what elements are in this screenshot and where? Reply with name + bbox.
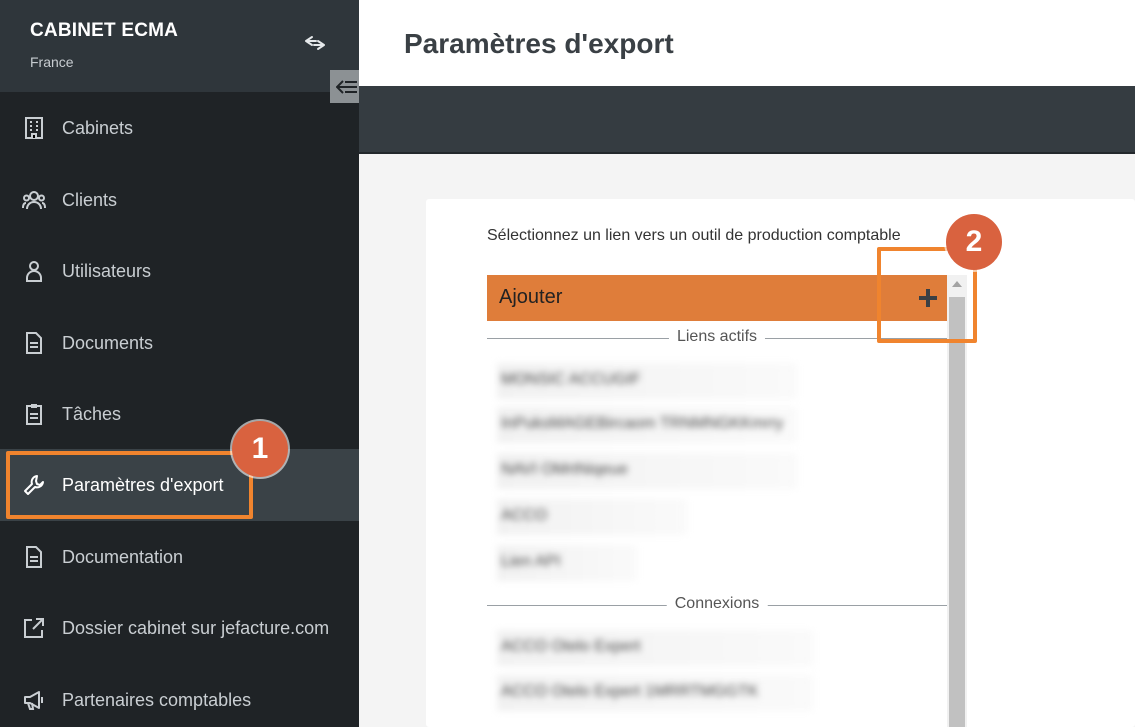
add-label: Ajouter <box>499 286 563 308</box>
sidebar-item-dossier-cabinet[interactable]: Dossier cabinet sur jefacture.com <box>0 592 359 664</box>
card-description: Sélectionnez un lien vers un outil de pr… <box>487 227 901 244</box>
toolbar-band <box>359 86 1135 154</box>
sidebar-item-label: Documentation <box>62 546 184 567</box>
list-item[interactable]: ACCO Otelo Expert <box>497 630 813 666</box>
step2-badge: 2 <box>946 214 1002 270</box>
building-icon <box>22 116 46 140</box>
org-country: France <box>30 54 74 70</box>
user-icon <box>22 259 46 283</box>
list-item[interactable]: MONSIC ACCUGIF <box>497 363 797 399</box>
sidebar-item-utilisateurs[interactable]: Utilisateurs <box>0 235 359 307</box>
sidebar-item-label: Dossier cabinet sur jefacture.com <box>62 617 330 638</box>
switch-arrows-icon[interactable] <box>303 32 327 54</box>
sidebar-item-label: Tâches <box>62 403 122 424</box>
list-item[interactable]: ACCO <box>497 499 687 535</box>
org-name: CABINET ECMA <box>30 20 179 41</box>
sidebar-item-partenaires[interactable]: Partenaires comptables <box>0 664 359 727</box>
list-item[interactable]: ACCO Otelo Expert 1MRRTMGGTK <box>497 675 813 711</box>
sidebar-item-taches[interactable]: Tâches <box>0 378 359 450</box>
sidebar-item-documents[interactable]: Documents <box>0 307 359 379</box>
page-header: Paramètres d'export <box>359 0 1135 86</box>
list-item[interactable]: NAVI OMrtNiqeue <box>497 453 797 489</box>
step1-badge: 1 <box>232 421 288 477</box>
document-icon <box>22 545 46 569</box>
sidebar-item-label: Utilisateurs <box>62 260 152 281</box>
sidebar-item-label: Partenaires comptables <box>62 689 252 710</box>
section-title: Connexions <box>666 595 768 613</box>
external-link-icon <box>22 616 46 640</box>
users-icon <box>22 188 46 212</box>
scroll-thumb[interactable] <box>949 297 965 727</box>
sidebar-item-cabinets[interactable]: Cabinets <box>0 92 359 164</box>
megaphone-icon <box>22 688 46 712</box>
sidebar-item-label: Clients <box>62 189 118 210</box>
list-item[interactable]: Lien API <box>497 545 637 581</box>
section-title: Liens actifs <box>668 328 766 346</box>
collapse-icon <box>335 79 357 94</box>
sidebar-item-label: Cabinets <box>62 117 134 138</box>
list-item[interactable]: InPuksMAGEBircaom TRNMNGKKmrry <box>497 407 797 443</box>
step1-highlight <box>6 451 253 519</box>
section-header-connexions: Connexions <box>487 595 947 615</box>
sidebar-item-clients[interactable]: Clients <box>0 164 359 236</box>
clipboard-icon <box>22 402 46 426</box>
page-title: Paramètres d'export <box>404 28 674 59</box>
sidebar-item-documentation[interactable]: Documentation <box>0 521 359 593</box>
sidebar-item-label: Documents <box>62 332 154 353</box>
sidebar: CABINET ECMA France Cabinets Clients Uti… <box>0 0 359 727</box>
sidebar-header: CABINET ECMA France <box>0 0 359 92</box>
document-icon <box>22 331 46 355</box>
